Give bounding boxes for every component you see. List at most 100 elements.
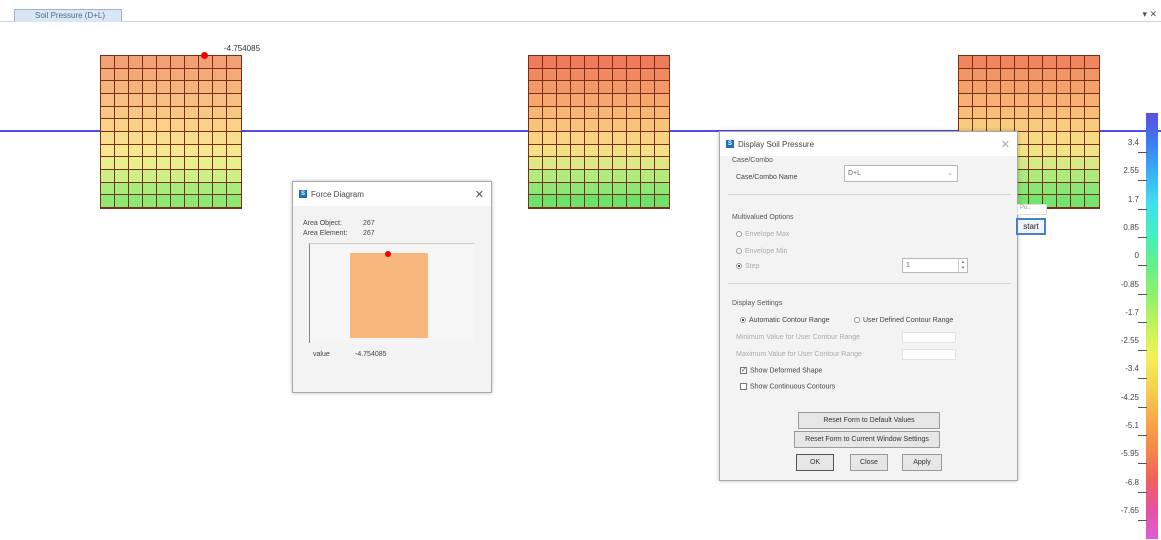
mesh-cell: [1057, 81, 1071, 94]
mesh-cell: [599, 56, 613, 69]
value-readout: -4.754085: [355, 351, 387, 358]
reset-current-button[interactable]: Reset Form to Current Window Settings: [794, 431, 940, 448]
mesh-cell: [1043, 170, 1057, 183]
automatic-contour-label: Automatic Contour Range: [749, 317, 830, 324]
case-combo-name-label: Case/Combo Name: [736, 174, 798, 181]
mesh-cell: [613, 68, 627, 82]
mesh-cell: [529, 195, 543, 208]
mesh-cell: [959, 56, 973, 69]
footing-mesh-left[interactable]: [100, 55, 242, 209]
automatic-contour-radio[interactable]: Automatic Contour Range: [740, 317, 830, 324]
display-soil-pressure-dialog[interactable]: S Display Soil Pressure ✕ Case/Combo Cas…: [719, 131, 1018, 481]
mesh-cell: [115, 182, 129, 196]
mesh-cell: [543, 144, 557, 158]
mesh-cell: [1085, 170, 1099, 183]
mesh-cell: [157, 56, 171, 69]
legend-value-label: 3.4: [1127, 138, 1139, 147]
mesh-cell: [627, 68, 641, 82]
step-stepper[interactable]: 1 ▴ ▾: [902, 258, 968, 273]
tab-controls-icon[interactable]: ▾ ✕: [1142, 9, 1157, 20]
mesh-cell: [655, 119, 669, 132]
close-icon[interactable]: ✕: [475, 188, 484, 201]
mesh-cell: [585, 170, 599, 183]
close-button[interactable]: Close: [850, 454, 888, 471]
start-button[interactable]: start: [1016, 218, 1046, 235]
legend-tick: [1138, 236, 1147, 238]
mesh-cell: [1085, 94, 1099, 107]
show-continuous-contours-checkbox[interactable]: Show Continuous Contours: [740, 383, 835, 390]
value-label: value: [313, 351, 330, 358]
selected-point-marker-icon[interactable]: [201, 52, 208, 59]
show-deformed-shape-checkbox[interactable]: ✓ Show Deformed Shape: [740, 367, 822, 374]
mesh-cell: [115, 94, 129, 107]
ok-button[interactable]: OK: [796, 454, 834, 471]
mesh-cell: [213, 119, 227, 132]
mesh-cell: [571, 119, 585, 132]
spinner-arrows-icon[interactable]: ▴ ▾: [958, 259, 967, 272]
mesh-cell: [171, 81, 185, 94]
apply-button[interactable]: Apply: [902, 454, 942, 471]
envelope-min-radio[interactable]: Envelope Min: [736, 248, 787, 255]
force-diagram-titlebar[interactable]: S Force Diagram: [293, 182, 491, 206]
mesh-cell: [557, 106, 571, 120]
mesh-cell: [973, 56, 987, 69]
mesh-cell: [227, 68, 241, 82]
mesh-cell: [115, 132, 129, 145]
mesh-cell: [571, 144, 585, 158]
mesh-cell: [129, 68, 143, 82]
mesh-cell: [157, 119, 171, 132]
mesh-cell: [1071, 157, 1085, 170]
document-tab-bar: Soil Pressure (D+L) ▾ ✕: [0, 0, 1161, 22]
mesh-cell: [973, 94, 987, 107]
reset-default-button[interactable]: Reset Form to Default Values: [798, 412, 940, 429]
mesh-cell: [199, 195, 213, 208]
force-diagram-window[interactable]: S Force Diagram ✕ Area Object: 267 Area …: [292, 181, 492, 393]
mesh-cell: [627, 195, 641, 208]
mesh-cell: [1085, 106, 1099, 120]
step-radio[interactable]: Step: [736, 263, 759, 270]
legend-tick: [1138, 293, 1147, 295]
mesh-cell: [543, 81, 557, 94]
mesh-cell: [143, 144, 157, 158]
min-user-contour-field[interactable]: [902, 332, 956, 343]
tab-soil-pressure[interactable]: Soil Pressure (D+L): [14, 9, 122, 22]
chevron-down-icon: ⌄: [947, 170, 953, 177]
mesh-cell: [115, 170, 129, 183]
mesh-cell: [185, 68, 199, 82]
mesh-cell: [557, 157, 571, 170]
mesh-cell: [613, 106, 627, 120]
envelope-max-radio[interactable]: Envelope Max: [736, 231, 789, 238]
mesh-cell: [1057, 170, 1071, 183]
mesh-cell: [1029, 68, 1043, 82]
mesh-cell: [227, 132, 241, 145]
user-defined-contour-label: User Defined Contour Range: [863, 317, 954, 324]
mesh-cell: [227, 81, 241, 94]
mesh-cell: [199, 106, 213, 120]
mesh-cell: [571, 68, 585, 82]
legend-value-label: -6.8: [1125, 477, 1139, 487]
soil-dialog-titlebar[interactable]: S Display Soil Pressure: [720, 132, 1017, 156]
case-combo-select[interactable]: D+L ⌄: [844, 165, 958, 182]
mesh-cell: [1029, 170, 1043, 183]
mesh-cell: [213, 144, 227, 158]
max-user-contour-field[interactable]: [902, 349, 956, 360]
user-defined-contour-radio[interactable]: User Defined Contour Range: [854, 317, 953, 324]
mesh-cell: [1071, 119, 1085, 132]
mesh-cell: [655, 182, 669, 196]
footing-mesh-middle[interactable]: [528, 55, 670, 209]
mesh-cell: [227, 195, 241, 208]
mesh-cell: [613, 157, 627, 170]
mesh-cell: [1085, 182, 1099, 196]
mesh-cell: [1085, 119, 1099, 132]
close-icon[interactable]: ✕: [1001, 138, 1010, 151]
mesh-cell: [101, 106, 115, 120]
mesh-cell: [227, 144, 241, 158]
mesh-cell: [101, 182, 115, 196]
mesh-cell: [1001, 94, 1015, 107]
mesh-cell: [585, 157, 599, 170]
mesh-cell: [115, 157, 129, 170]
mesh-cell: [101, 94, 115, 107]
radio-icon: [736, 231, 742, 238]
divider: [728, 194, 1011, 195]
mesh-cell: [157, 195, 171, 208]
